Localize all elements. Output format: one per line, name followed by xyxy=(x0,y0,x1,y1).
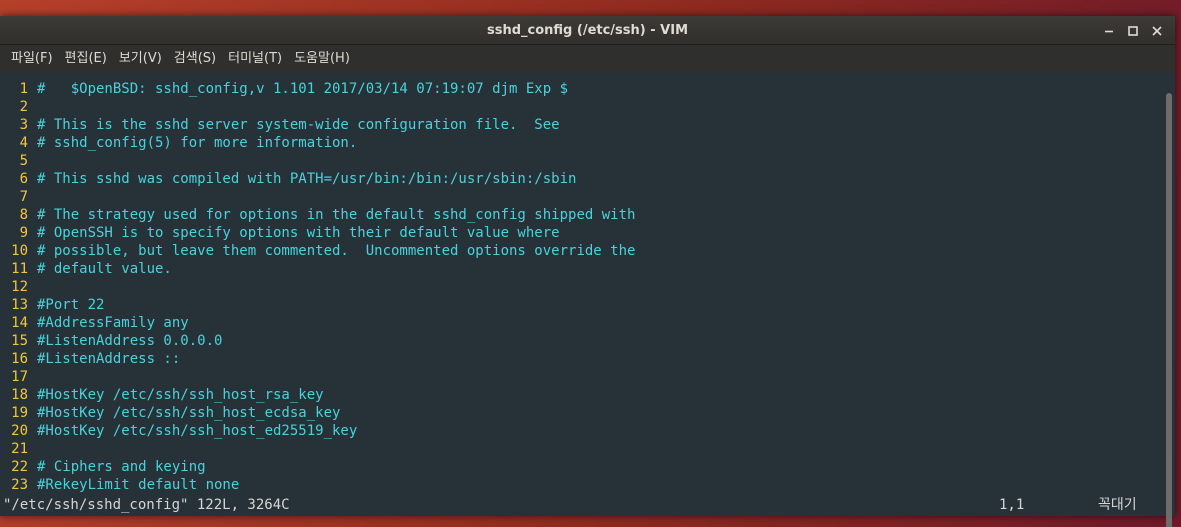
line-number: 4 xyxy=(19,135,28,151)
line-number: 11 xyxy=(11,261,28,277)
editor-line: 14 #AddressFamily any xyxy=(0,314,1163,332)
editor-line: 18 #HostKey /etc/ssh/ssh_host_rsa_key xyxy=(0,386,1163,404)
editor-line: 17 xyxy=(0,368,1163,386)
line-number: 18 xyxy=(11,387,28,403)
line-text: #HostKey /etc/ssh/ssh_host_ecdsa_key xyxy=(37,405,341,421)
vim-editor[interactable]: 1 # $OpenBSD: sshd_config,v 1.101 2017/03… xyxy=(0,73,1163,516)
line-text: #RekeyLimit default none xyxy=(37,477,240,493)
line-number: 1 xyxy=(19,81,28,97)
menu-search[interactable]: 검색(S) xyxy=(169,45,221,73)
editor-line: 13 #Port 22 xyxy=(0,296,1163,314)
editor-line: 6 # This sshd was compiled with PATH=/usr… xyxy=(0,170,1163,188)
menu-edit[interactable]: 편집(E) xyxy=(60,45,112,73)
editor-line: 16 #ListenAddress :: xyxy=(0,350,1163,368)
line-number: 22 xyxy=(11,459,28,475)
terminal-window: sshd_config (/etc/ssh) - VIM 파일(F) 편집(E)… xyxy=(0,16,1175,527)
line-number: 16 xyxy=(11,351,28,367)
scrollbar-thumb[interactable] xyxy=(1166,93,1172,527)
line-number: 2 xyxy=(19,99,28,115)
line-number: 14 xyxy=(11,315,28,331)
window-title: sshd_config (/etc/ssh) - VIM xyxy=(486,23,689,38)
minimize-button[interactable] xyxy=(1097,19,1121,43)
editor-line: 1 # $OpenBSD: sshd_config,v 1.101 2017/03… xyxy=(0,80,1163,98)
menu-terminal[interactable]: 터미널(T) xyxy=(223,45,287,73)
editor-line: 12 xyxy=(0,278,1163,296)
line-text: # possible, but leave them commented. Un… xyxy=(37,243,636,259)
line-number: 23 xyxy=(11,477,28,493)
editor-line: 19 #HostKey /etc/ssh/ssh_host_ecdsa_key xyxy=(0,404,1163,422)
line-number: 20 xyxy=(11,423,28,439)
editor-line: 21 xyxy=(0,440,1163,458)
line-text: #ListenAddress 0.0.0.0 xyxy=(37,333,223,349)
editor-line: 5 xyxy=(0,152,1163,170)
menu-file[interactable]: 파일(F) xyxy=(6,45,58,73)
line-text: # OpenSSH is to specify options with the… xyxy=(37,225,560,241)
line-number: 10 xyxy=(11,243,28,259)
maximize-button[interactable] xyxy=(1121,19,1145,43)
line-text: # This is the sshd server system-wide co… xyxy=(37,117,560,133)
line-number: 19 xyxy=(11,405,28,421)
vim-status-line: "/etc/ssh/sshd_config" 122L, 3264C 1,1 꼭… xyxy=(0,494,1163,516)
editor-line: 3 # This is the sshd server system-wide c… xyxy=(0,116,1163,134)
close-button[interactable] xyxy=(1145,19,1169,43)
editor-line: 20 #HostKey /etc/ssh/ssh_host_ed25519_key xyxy=(0,422,1163,440)
editor-line: 4 # sshd_config(5) for more information. xyxy=(0,134,1163,152)
editor-line: 15 #ListenAddress 0.0.0.0 xyxy=(0,332,1163,350)
line-text: #AddressFamily any xyxy=(37,315,189,331)
line-number: 9 xyxy=(19,225,28,241)
status-file-info: "/etc/ssh/sshd_config" 122L, 3264C xyxy=(3,497,290,513)
line-text: # $OpenBSD: sshd_config,v 1.101 2017/03/… xyxy=(37,81,569,97)
menu-bar: 파일(F) 편집(E) 보기(V) 검색(S) 터미널(T) 도움말(H) xyxy=(0,45,1175,73)
menu-help[interactable]: 도움말(H) xyxy=(289,45,355,73)
minimize-icon xyxy=(1105,30,1113,32)
title-bar[interactable]: sshd_config (/etc/ssh) - VIM xyxy=(0,16,1175,45)
editor-line: 10 # possible, but leave them commented. … xyxy=(0,242,1163,260)
line-number: 3 xyxy=(19,117,28,133)
close-icon xyxy=(1152,25,1162,36)
line-text: # default value. xyxy=(37,261,172,277)
menu-view[interactable]: 보기(V) xyxy=(114,45,167,73)
status-ime-mode: 꼭대기 xyxy=(1098,497,1137,513)
line-text: #Port 22 xyxy=(37,297,105,313)
editor-line: 7 xyxy=(0,188,1163,206)
editor-lines: 1 # $OpenBSD: sshd_config,v 1.101 2017/03… xyxy=(0,80,1163,494)
window-controls xyxy=(1097,16,1169,45)
status-cursor-position: 1,1 xyxy=(999,497,1025,513)
line-number: 6 xyxy=(19,171,28,187)
line-text: #HostKey /etc/ssh/ssh_host_ed25519_key xyxy=(37,423,358,439)
line-number: 17 xyxy=(11,369,28,385)
editor-line: 8 # The strategy used for options in the … xyxy=(0,206,1163,224)
editor-line: 22 # Ciphers and keying xyxy=(0,458,1163,476)
editor-line: 23 #RekeyLimit default none xyxy=(0,476,1163,494)
editor-line: 9 # OpenSSH is to specify options with th… xyxy=(0,224,1163,242)
line-number: 5 xyxy=(19,153,28,169)
maximize-icon xyxy=(1128,25,1138,36)
line-number: 13 xyxy=(11,297,28,313)
line-number: 15 xyxy=(11,333,28,349)
line-text: # This sshd was compiled with PATH=/usr/… xyxy=(37,171,577,187)
editor-line: 2 xyxy=(0,98,1163,116)
line-number: 8 xyxy=(19,207,28,223)
line-text: # The strategy used for options in the d… xyxy=(37,207,636,223)
line-number: 21 xyxy=(11,441,28,457)
line-number: 7 xyxy=(19,189,28,205)
line-text: # Ciphers and keying xyxy=(37,459,206,475)
vertical-scrollbar[interactable] xyxy=(1163,73,1175,527)
line-text: #ListenAddress :: xyxy=(37,351,181,367)
line-text: #HostKey /etc/ssh/ssh_host_rsa_key xyxy=(37,387,324,403)
editor-line: 11 # default value. xyxy=(0,260,1163,278)
line-number: 12 xyxy=(11,279,28,295)
line-text: # sshd_config(5) for more information. xyxy=(37,135,358,151)
